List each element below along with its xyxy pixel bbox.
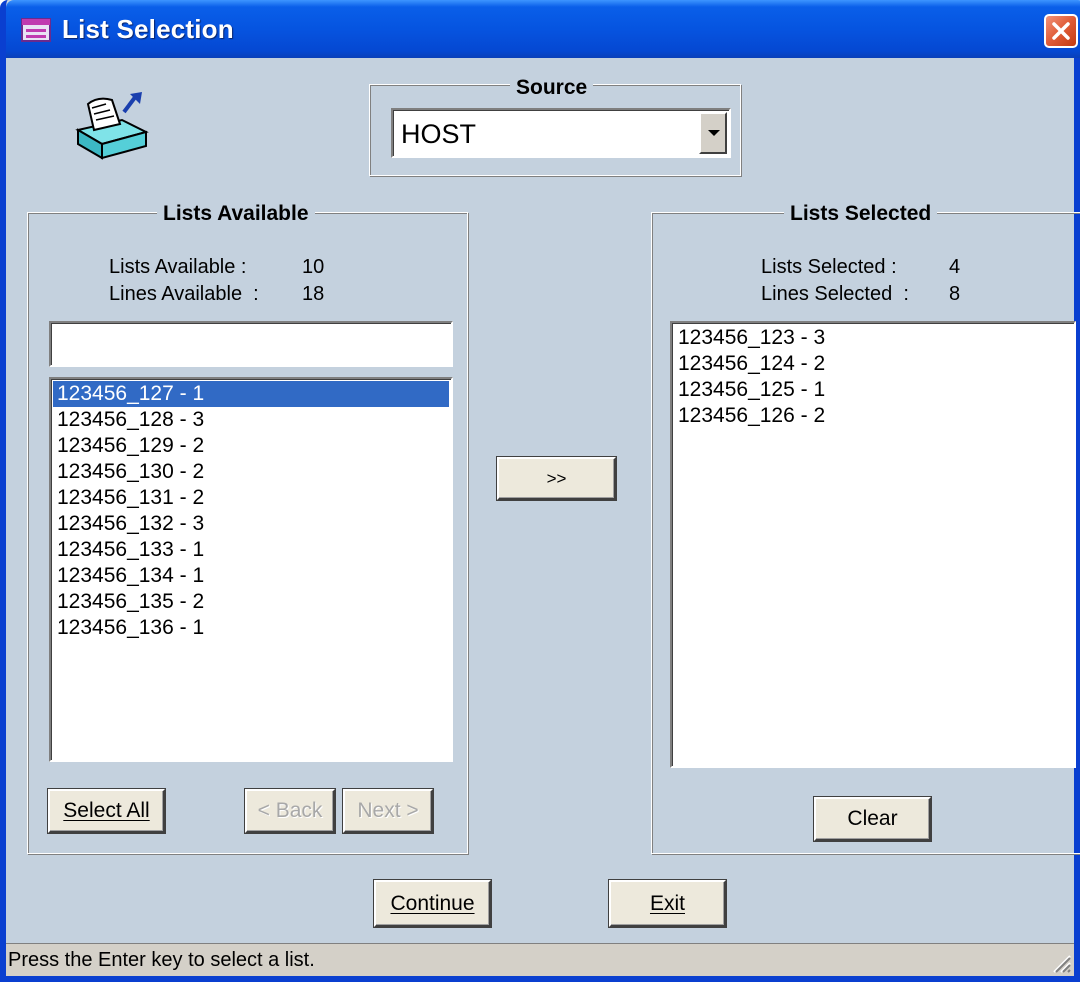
- lists-available-label: Lists Available :: [109, 256, 247, 278]
- lists-selected-count: 4: [949, 256, 961, 278]
- resize-grip-icon[interactable]: [1048, 950, 1072, 974]
- select-all-button[interactable]: Select All: [48, 789, 165, 833]
- list-item[interactable]: 123456_125 - 1: [674, 377, 1072, 403]
- list-selection-window: List Selection Source HOST Lists Availab…: [0, 0, 1080, 982]
- continue-button[interactable]: Continue: [374, 880, 491, 927]
- list-item[interactable]: 123456_127 - 1: [53, 381, 449, 407]
- continue-label: Continue: [390, 891, 475, 915]
- list-filter-input[interactable]: [49, 321, 453, 367]
- list-item[interactable]: 123456_124 - 2: [674, 351, 1072, 377]
- source-dropdown[interactable]: HOST: [391, 108, 731, 158]
- selected-lists-listbox[interactable]: 123456_123 - 3 123456_124 - 2 123456_125 -…: [670, 321, 1076, 768]
- lines-available-count: 18: [302, 283, 325, 305]
- list-item[interactable]: 123456_123 - 3: [674, 325, 1072, 351]
- clear-button[interactable]: Clear: [814, 797, 931, 841]
- tissue-box-icon: [75, 92, 149, 160]
- lists-selected-legend: Lists Selected: [784, 202, 938, 226]
- source-legend: Source: [510, 76, 594, 100]
- app-window-icon: [21, 18, 51, 42]
- chevron-down-icon[interactable]: [699, 112, 727, 154]
- list-item[interactable]: 123456_136 - 1: [53, 615, 449, 641]
- lists-selected-label: Lists Selected :: [761, 256, 897, 278]
- clear-label: Clear: [847, 807, 898, 830]
- next-button[interactable]: Next >: [343, 789, 433, 833]
- available-lists-listbox[interactable]: 123456_127 - 1 123456_128 - 3 123456_129 -…: [49, 377, 453, 762]
- close-icon: [1052, 22, 1070, 40]
- exit-label: Exit: [649, 891, 685, 915]
- status-bar: Press the Enter key to select a list.: [6, 943, 1074, 976]
- lines-available-label: Lines Available :: [109, 283, 259, 305]
- exit-button[interactable]: Exit: [609, 880, 726, 927]
- list-item[interactable]: 123456_126 - 2: [674, 403, 1072, 429]
- list-item[interactable]: 123456_131 - 2: [53, 485, 449, 511]
- list-item[interactable]: 123456_128 - 3: [53, 407, 449, 433]
- back-button[interactable]: < Back: [245, 789, 335, 833]
- lists-available-legend: Lists Available: [157, 202, 315, 226]
- list-item[interactable]: 123456_130 - 2: [53, 459, 449, 485]
- select-all-label: Select All: [63, 799, 150, 822]
- close-button[interactable]: [1044, 14, 1078, 48]
- back-label: < Back: [257, 799, 323, 822]
- source-value: HOST: [401, 119, 477, 149]
- list-item[interactable]: 123456_134 - 1: [53, 563, 449, 589]
- lines-selected-count: 8: [949, 283, 961, 305]
- list-item[interactable]: 123456_133 - 1: [53, 537, 449, 563]
- status-text: Press the Enter key to select a list.: [8, 949, 315, 971]
- lines-selected-label: Lines Selected :: [761, 283, 909, 305]
- move-right-button[interactable]: >>: [497, 457, 616, 500]
- lists-available-count: 10: [302, 256, 325, 278]
- list-item[interactable]: 123456_135 - 2: [53, 589, 449, 615]
- next-label: Next >: [357, 799, 419, 822]
- list-item[interactable]: 123456_132 - 3: [53, 511, 449, 537]
- move-right-label: >>: [546, 468, 567, 488]
- title-bar[interactable]: List Selection: [6, 0, 1080, 58]
- window-title: List Selection: [62, 14, 234, 44]
- list-item[interactable]: 123456_129 - 2: [53, 433, 449, 459]
